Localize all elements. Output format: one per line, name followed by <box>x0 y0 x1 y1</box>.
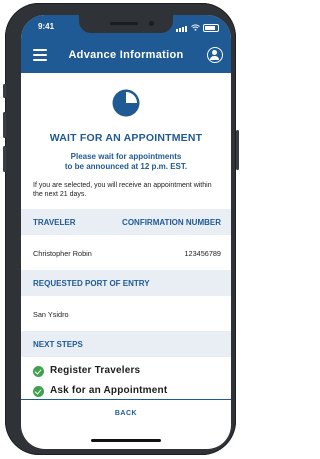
app-header: Advance Information <box>21 39 231 73</box>
device-notch <box>79 15 173 33</box>
status-time: 9:41 <box>38 22 55 31</box>
page-title: Advance Information <box>68 49 184 61</box>
next-steps-header: NEXT STEPS <box>21 331 231 357</box>
signal-icon <box>176 23 188 32</box>
appointment-description: If you are selected, you will receive an… <box>33 182 212 198</box>
power-button <box>236 130 239 170</box>
status-icons <box>176 23 219 32</box>
column-confirmation-number: CONFIRMATION NUMBER <box>122 218 221 227</box>
mute-switch <box>3 84 6 98</box>
phone-frame: 9:41 Advance Information WAIT FOR AN APP… <box>5 3 236 455</box>
check-circle-icon <box>33 386 44 397</box>
traveler-name: Christopher Robin <box>33 249 92 258</box>
announcement-text: Please wait for appointments to be annou… <box>64 152 188 171</box>
divider <box>21 399 231 400</box>
port-section-header: REQUESTED PORT OF ENTRY <box>21 270 231 296</box>
step-register-travelers: Register Travelers <box>33 365 223 379</box>
volume-up-button <box>3 112 6 138</box>
check-circle-icon <box>33 366 44 377</box>
wifi-icon <box>191 24 200 31</box>
step-ask-appointment: Ask for an Appointment <box>33 385 223 399</box>
account-circle-icon[interactable] <box>207 47 223 63</box>
confirmation-number: 123456789 <box>184 249 221 258</box>
back-button[interactable]: BACK <box>21 410 231 417</box>
traveler-table-header: TRAVELER CONFIRMATION NUMBER <box>21 209 231 235</box>
volume-down-button <box>3 146 6 172</box>
column-traveler: TRAVELER <box>33 218 76 227</box>
home-indicator <box>91 439 161 442</box>
battery-icon <box>203 23 219 32</box>
clock-pending-icon <box>112 89 140 117</box>
app-screen: 9:41 Advance Information WAIT FOR AN APP… <box>21 15 231 449</box>
status-heading: WAIT FOR AN APPOINTMENT <box>49 132 203 144</box>
